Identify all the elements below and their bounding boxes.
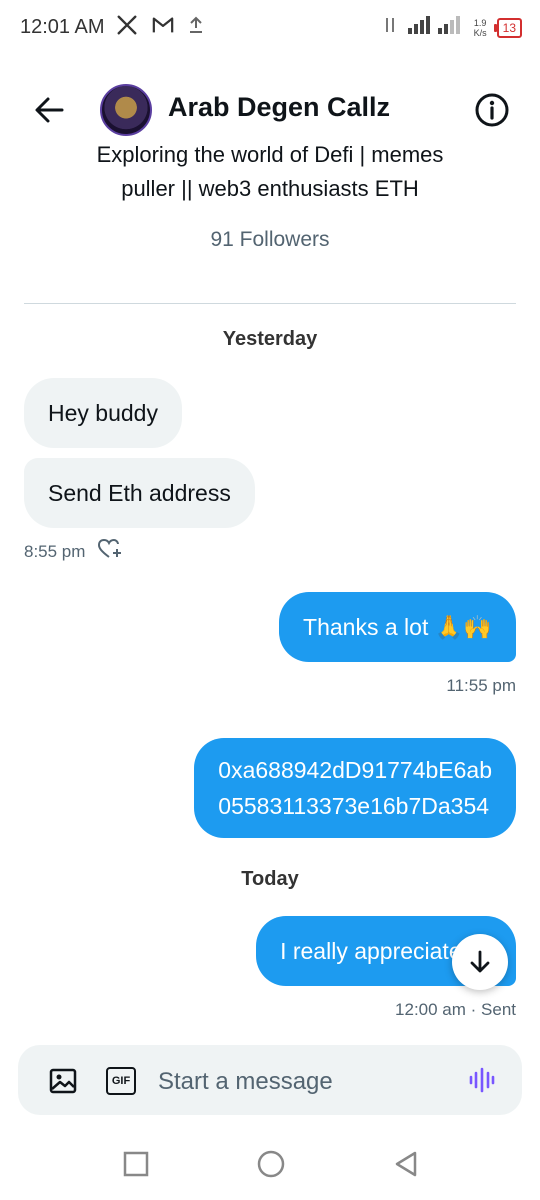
message-text: Thanks a lot 🙏🙌 [303,613,492,640]
back-nav-button[interactable] [392,1149,420,1184]
arrow-down-icon [470,950,490,973]
back-button[interactable] [30,90,70,130]
square-icon [123,1151,149,1177]
x-logo-icon [116,14,138,41]
home-button[interactable] [256,1149,286,1184]
message-bubble-incoming[interactable]: Hey buddy [24,378,182,448]
image-button[interactable] [48,1066,78,1101]
gif-button[interactable]: GIF [106,1067,136,1095]
message-bubble-outgoing[interactable]: Thanks a lot 🙏🙌 [279,592,516,662]
message-time: 8:55 pm [24,541,86,561]
message-input[interactable] [158,1067,438,1097]
message-text: Send Eth address [48,479,231,506]
profile-bio: Exploring the world of Defi | memes pull… [40,138,500,206]
message-text-line-1: 0xa688942dD91774bE6ab [218,757,492,783]
bio-line-2: puller || web3 enthusiasts ETH [121,176,419,201]
info-icon [475,93,509,127]
info-button[interactable] [474,92,510,128]
arrow-left-icon [35,97,64,123]
message-meta-incoming: 8:55 pm [24,538,123,565]
avatar[interactable] [100,84,152,136]
scroll-to-bottom-button[interactable] [452,934,508,990]
status-bar: 12:01 AM 1.9 K/s 13 [0,0,540,56]
voice-message-button[interactable] [466,1064,498,1101]
circle-icon [257,1150,285,1178]
add-reaction-icon[interactable] [97,538,123,565]
message-text-line-2: 05583113373e16b7Da354 [218,793,490,819]
battery-icon: 13 [493,17,522,38]
message-bubble-outgoing[interactable]: 0xa688942dD91774bE6ab 05583113373e16b7Da… [194,738,516,838]
network-speed: 1.9 K/s [473,17,487,38]
triangle-back-icon [395,1151,417,1177]
signal-icon [406,14,464,41]
upload-icon [188,16,204,39]
chat-title[interactable]: Arab Degen Callz [168,92,390,123]
message-status: 12:00 am · Sent [395,1000,516,1019]
divider [24,303,516,304]
date-separator-yesterday: Yesterday [222,328,318,350]
message-bubble-incoming[interactable]: Send Eth address [24,458,255,528]
voice-wave-icon [469,1067,495,1093]
notification-icons [116,14,204,41]
data-arrows-icon [384,16,396,39]
system-icons: 1.9 K/s 13 [384,14,522,41]
status-time: 12:01 AM [20,16,105,38]
date-separator-today: Today [241,868,299,890]
gmail-icon [152,15,174,40]
image-icon [49,1068,77,1094]
message-time: 11:55 pm [446,676,516,695]
message-text: Hey buddy [48,399,158,426]
chat-header: Arab Degen Callz [0,76,540,144]
system-navigation-bar [0,1128,540,1200]
recents-button[interactable] [122,1150,150,1183]
followers-count[interactable]: 91 Followers [0,228,540,252]
